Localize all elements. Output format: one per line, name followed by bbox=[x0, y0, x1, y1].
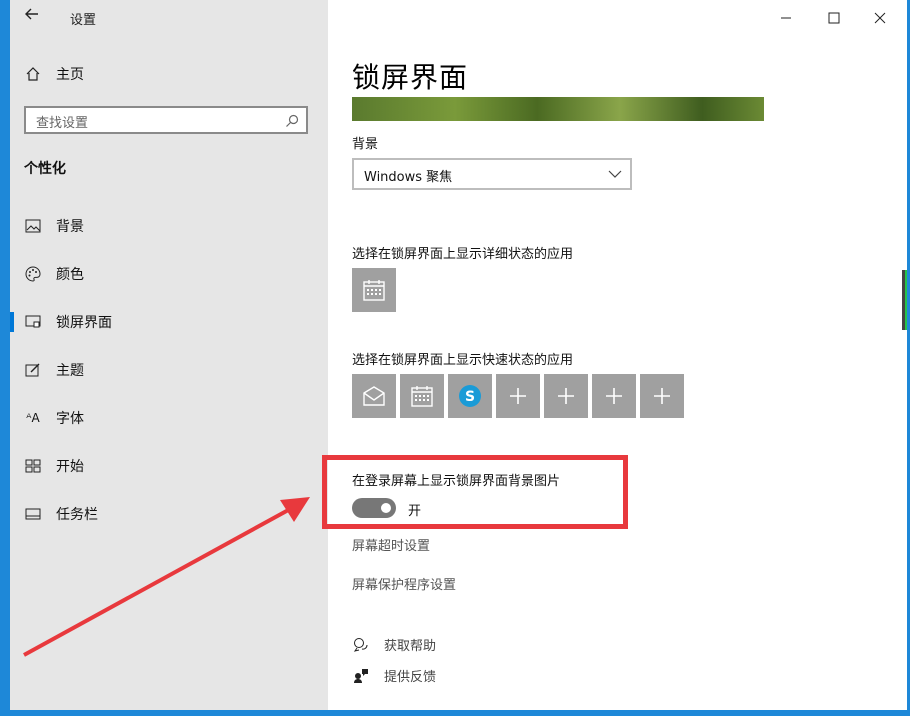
annotation-arrow bbox=[23, 497, 310, 657]
